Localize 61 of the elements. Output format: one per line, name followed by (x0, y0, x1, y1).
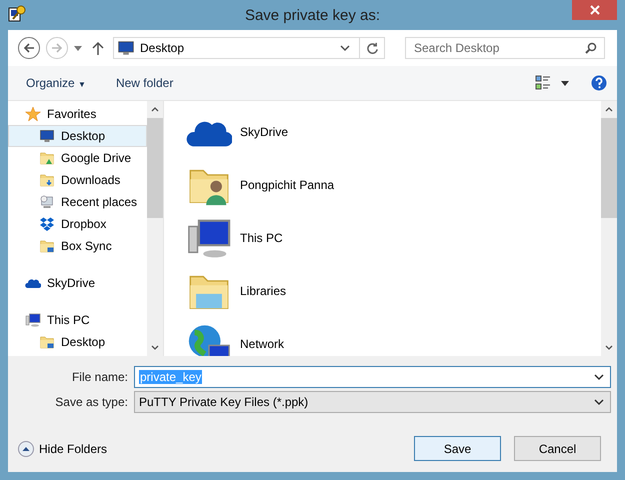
sidebar-item[interactable]: Downloads (8, 169, 147, 191)
scroll-up-icon[interactable] (151, 107, 159, 112)
file-item[interactable]: This PC (186, 211, 601, 264)
download-folder-icon (39, 172, 55, 188)
scroll-up-icon[interactable] (605, 107, 613, 112)
scrollbar[interactable] (601, 101, 617, 356)
sidebar-item[interactable]: Favorites (8, 103, 147, 125)
scroll-down-icon[interactable] (151, 345, 159, 350)
scroll-down-icon[interactable] (605, 345, 613, 350)
key-terminal-icon (8, 5, 26, 23)
chevron-down-icon[interactable] (340, 44, 350, 52)
address-text: Desktop (140, 41, 186, 55)
chevron-down-icon[interactable] (594, 374, 604, 380)
dropdown-caret-icon[interactable] (561, 80, 569, 86)
close-icon (590, 5, 600, 15)
save-button[interactable]: Save (414, 436, 501, 461)
refresh-icon[interactable] (366, 42, 378, 54)
hide-folders-button[interactable]: Hide Folders (18, 440, 108, 456)
diamonds-icon (39, 216, 55, 232)
sidebar-item[interactable]: SkyDrive (8, 272, 147, 294)
folder-icon (39, 238, 55, 254)
search-field[interactable]: Search Desktop (405, 37, 605, 59)
file-item[interactable]: Network (186, 317, 601, 356)
computer-icon (25, 312, 41, 328)
file-item[interactable]: SkyDrive (186, 105, 601, 158)
sidebar-item[interactable]: Google Drive (8, 147, 147, 169)
folder-icon (39, 150, 55, 166)
back-button[interactable] (18, 37, 40, 59)
sidebar-item[interactable]: Desktop (8, 125, 147, 147)
chevron-down-icon (594, 398, 604, 406)
field-label: File name: (70, 370, 129, 384)
up-arrow-icon[interactable] (92, 41, 104, 55)
scrollbar-thumb[interactable] (147, 118, 163, 218)
left-arrow-icon (23, 42, 35, 54)
sidebar-item[interactable]: Recent places (8, 191, 147, 213)
cancel-button[interactable]: Cancel (514, 436, 601, 461)
close-button[interactable] (572, 0, 617, 20)
monitor-icon (117, 39, 135, 57)
new-folder-button[interactable]: New folder (116, 76, 174, 90)
monitor-icon (39, 128, 55, 144)
search-icon (585, 42, 597, 54)
address-bar[interactable]: Desktop (113, 37, 385, 59)
recent-places-icon (39, 194, 55, 210)
help-icon[interactable] (591, 75, 607, 91)
scrollbar[interactable] (147, 101, 163, 356)
sidebar-item[interactable]: Desktop (8, 331, 147, 353)
sidebar-item[interactable]: This PC (8, 309, 147, 331)
scrollbar-thumb[interactable] (601, 118, 617, 218)
sidebar-item[interactable]: Dropbox (8, 213, 147, 235)
file-item[interactable]: Pongpichit Panna (186, 158, 601, 211)
organize-menu[interactable]: Organize ▼ (26, 76, 86, 90)
folder-icon (39, 334, 55, 350)
window-title: Save private key as: (244, 6, 382, 24)
right-arrow-icon (51, 42, 63, 54)
collapse-icon (18, 440, 34, 456)
field-label: Save as type: (54, 395, 129, 409)
file-type-dropdown[interactable]: PuTTY Private Key Files (*.ppk) (134, 391, 611, 413)
sidebar-item[interactable]: Box Sync (8, 235, 147, 257)
view-options-icon[interactable] (535, 75, 551, 91)
file-item[interactable]: Libraries (186, 264, 601, 317)
star-icon (25, 106, 41, 122)
